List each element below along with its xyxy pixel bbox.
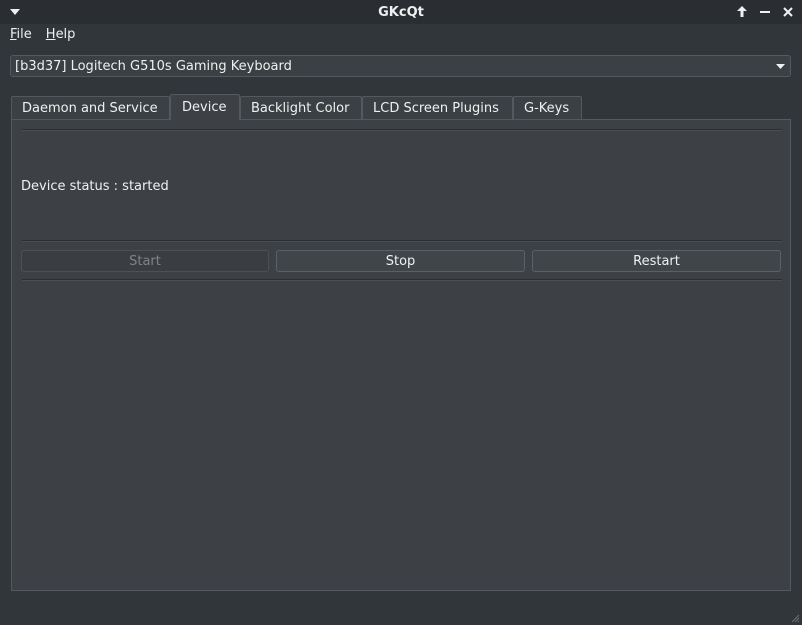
stop-button[interactable]: Stop bbox=[276, 250, 525, 272]
window-menu-button[interactable] bbox=[8, 5, 22, 19]
minimize-icon bbox=[759, 10, 770, 13]
resize-grip-icon[interactable] bbox=[790, 613, 800, 623]
tab-backlight-color[interactable]: Backlight Color bbox=[240, 96, 362, 120]
start-button[interactable]: Start bbox=[21, 250, 269, 272]
dropdown-arrow-icon bbox=[770, 56, 790, 76]
close-button[interactable] bbox=[779, 3, 796, 20]
device-status-label: Device status : started bbox=[21, 179, 169, 194]
gkcqt-window: GKcQt File Help [b3d37] Logitech G510s G… bbox=[0, 0, 802, 625]
close-icon bbox=[782, 6, 793, 17]
menu-bar: File Help bbox=[0, 24, 802, 44]
device-select[interactable]: [b3d37] Logitech G510s Gaming Keyboard bbox=[10, 55, 791, 77]
menu-file[interactable]: File bbox=[4, 27, 36, 42]
separator-middle bbox=[22, 240, 782, 242]
device-select-value: [b3d37] Logitech G510s Gaming Keyboard bbox=[15, 58, 292, 74]
minimize-button[interactable] bbox=[756, 3, 773, 20]
menu-help[interactable]: Help bbox=[40, 27, 80, 42]
tab-device[interactable]: Device bbox=[170, 94, 240, 120]
chevron-down-icon bbox=[10, 9, 20, 15]
restart-button[interactable]: Restart bbox=[532, 250, 781, 272]
separator-bottom bbox=[22, 279, 782, 281]
tab-bar: Daemon and Service Device Backlight Colo… bbox=[11, 94, 582, 120]
tab-lcd-screen-plugins[interactable]: LCD Screen Plugins bbox=[362, 96, 513, 120]
keep-above-button[interactable] bbox=[733, 3, 750, 20]
tab-g-keys[interactable]: G-Keys bbox=[513, 96, 582, 120]
title-bar[interactable]: GKcQt bbox=[0, 0, 802, 24]
separator-top bbox=[22, 129, 782, 131]
tab-daemon-and-service[interactable]: Daemon and Service bbox=[11, 96, 170, 120]
arrow-up-icon bbox=[736, 6, 747, 17]
window-title: GKcQt bbox=[378, 4, 424, 20]
device-tab-panel: Device status : started Start Stop Resta… bbox=[11, 119, 791, 591]
